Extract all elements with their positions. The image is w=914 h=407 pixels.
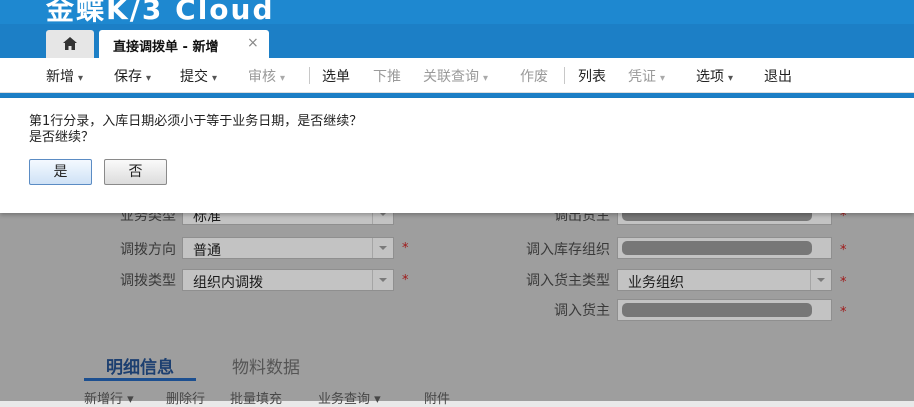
- list-button[interactable]: 列表: [578, 66, 606, 86]
- dialog-question: 是否继续？: [29, 130, 95, 145]
- form-overlay: 业务类型 标准 调拨方向 普通 * 调拨类型 组织内调拨 * 调出货主 * 调入…: [0, 203, 914, 401]
- home-icon: [63, 37, 77, 50]
- attachment-button[interactable]: 附件: [424, 388, 450, 407]
- transfer-direction-select[interactable]: 普通: [182, 237, 394, 259]
- chevron-down-icon: ▾: [127, 392, 134, 407]
- toolbar-divider: [309, 67, 310, 84]
- exit-button[interactable]: 退出: [764, 66, 792, 86]
- redacted-value: [622, 241, 812, 255]
- tab-label: 直接调拨单 - 新增: [113, 40, 219, 55]
- no-button[interactable]: 否: [104, 159, 167, 185]
- transfer-type-label: 调拨类型: [120, 273, 176, 289]
- toolbar: 新增 ▾ 保存 ▾ 提交 ▾ 审核 ▾ 选单 下推 关联查询 ▾ 作废 列表 凭证 ▾ 选项…: [0, 58, 914, 93]
- chevron-down-icon: ▾: [78, 73, 84, 84]
- audit-button[interactable]: 审核 ▾: [248, 66, 285, 86]
- close-icon[interactable]: ×: [247, 35, 259, 51]
- tab-detail-info[interactable]: 明细信息: [106, 353, 174, 378]
- yes-button[interactable]: 是: [29, 159, 92, 185]
- home-tab[interactable]: [46, 30, 94, 58]
- tab-transfer-order[interactable]: 直接调拨单 - 新增 ×: [99, 30, 269, 58]
- void-button[interactable]: 作废: [520, 66, 548, 86]
- transfer-type-select[interactable]: 组织内调拨: [182, 269, 394, 291]
- push-down-button[interactable]: 下推: [373, 66, 401, 86]
- save-button[interactable]: 保存 ▾: [114, 66, 151, 86]
- transfer-direction-label: 调拨方向: [120, 242, 176, 258]
- chevron-down-icon: ▾: [146, 73, 152, 84]
- in-stock-org-label: 调入库存组织: [526, 242, 610, 258]
- required-mark: *: [840, 275, 847, 290]
- submit-button[interactable]: 提交 ▾: [180, 66, 217, 86]
- in-owner-field[interactable]: [617, 299, 832, 321]
- chevron-down-icon: ▾: [212, 73, 218, 84]
- in-owner-type-select[interactable]: 业务组织: [617, 269, 832, 291]
- brand-bar: 金蝶K/3 Cloud: [0, 0, 914, 24]
- confirm-dialog: 第1行分录，入库日期必须小于等于业务日期，是否继续？ 是否继续？ 是 否: [0, 98, 914, 213]
- chevron-down-icon[interactable]: [810, 270, 831, 290]
- chevron-down-icon: ▾: [483, 73, 489, 84]
- required-mark: *: [402, 241, 409, 256]
- required-mark: *: [402, 273, 409, 288]
- business-query-button[interactable]: 业务查询 ▾: [318, 388, 381, 407]
- batch-fill-button[interactable]: 批量填充: [230, 388, 282, 407]
- chevron-down-icon: ▾: [660, 73, 666, 84]
- redacted-value: [622, 303, 812, 317]
- voucher-button[interactable]: 凭证 ▾: [628, 66, 665, 86]
- required-mark: *: [840, 305, 847, 320]
- tab-material-data[interactable]: 物料数据: [232, 353, 300, 378]
- add-row-button[interactable]: 新增行 ▾: [84, 388, 134, 407]
- active-tab-indicator: [84, 378, 196, 381]
- delete-row-button[interactable]: 删除行: [166, 388, 205, 407]
- in-stock-org-field[interactable]: [617, 237, 832, 259]
- related-query-button[interactable]: 关联查询 ▾: [423, 66, 488, 86]
- in-owner-label: 调入货主: [554, 303, 610, 319]
- chevron-down-icon[interactable]: [372, 270, 393, 290]
- chevron-down-icon: ▾: [280, 73, 286, 84]
- toolbar-divider: [564, 67, 565, 84]
- in-owner-type-label: 调入货主类型: [526, 273, 610, 289]
- required-mark: *: [840, 243, 847, 258]
- options-button[interactable]: 选项 ▾: [696, 66, 733, 86]
- chevron-down-icon[interactable]: [372, 238, 393, 258]
- chevron-down-icon: ▾: [728, 73, 734, 84]
- chevron-down-icon: ▾: [374, 392, 381, 407]
- new-button[interactable]: 新增 ▾: [46, 66, 83, 86]
- brand-logo-text: 金蝶K/3 Cloud: [46, 0, 275, 24]
- select-bill-button[interactable]: 选单: [322, 66, 350, 86]
